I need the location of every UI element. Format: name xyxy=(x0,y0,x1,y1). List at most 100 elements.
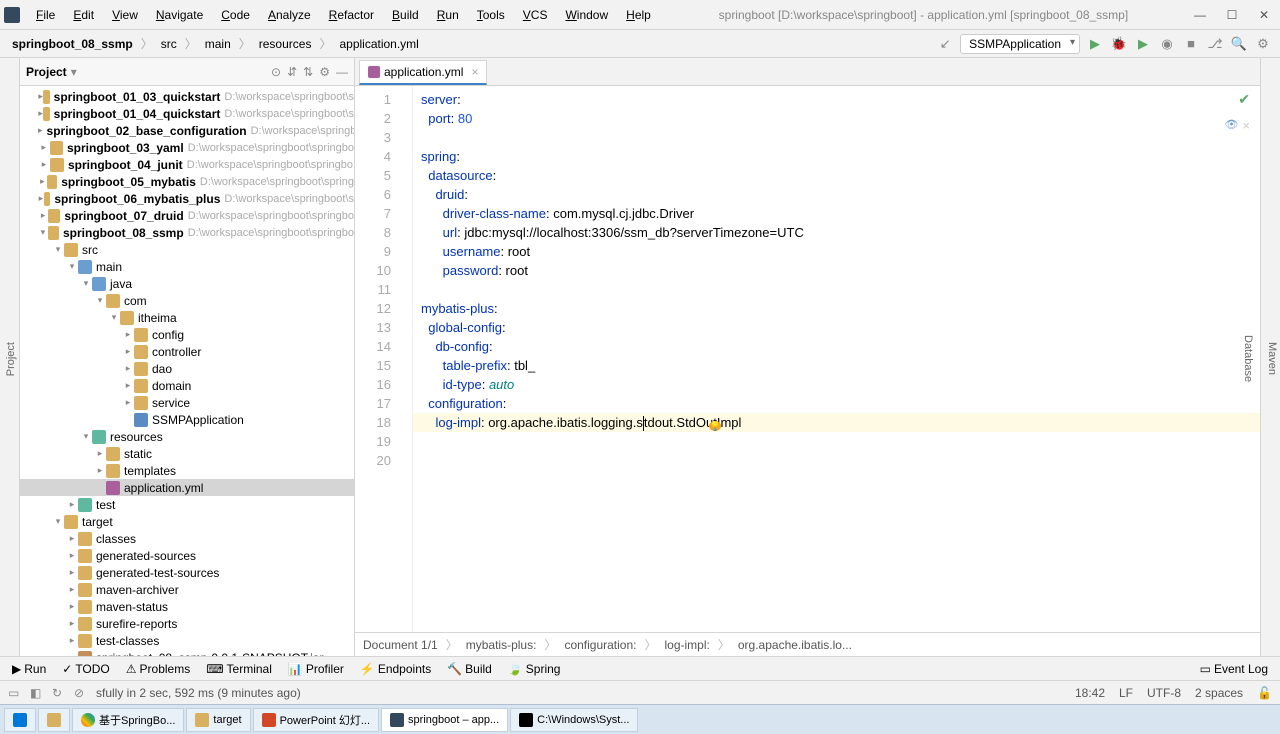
menu-analyze[interactable]: Analyze xyxy=(260,4,319,26)
settings-button[interactable]: ⚙ xyxy=(1254,35,1272,53)
tree-arrow-icon[interactable]: ▸ xyxy=(38,193,44,204)
intention-bulb-icon[interactable]: 💡 xyxy=(709,421,720,431)
tool-endpoints[interactable]: ⚡Endpoints xyxy=(352,660,439,678)
code-line[interactable] xyxy=(421,128,1260,147)
code-line[interactable]: table-prefix: tbl_ xyxy=(421,356,1260,375)
minimize-button[interactable]: — xyxy=(1188,5,1212,25)
code-line[interactable]: password: root xyxy=(421,261,1260,280)
code-content[interactable]: ✔ 👁× server: port: 80spring: datasource:… xyxy=(413,86,1260,632)
code-line[interactable] xyxy=(421,432,1260,451)
back-icon[interactable]: ↙ xyxy=(936,35,954,53)
tree-arrow-icon[interactable]: ▸ xyxy=(66,567,78,578)
editor-breadcrumb-item[interactable]: org.apache.ibatis.lo... xyxy=(738,638,852,652)
breadcrumb-item[interactable]: main xyxy=(201,35,235,53)
tree-node[interactable]: ▾src xyxy=(20,241,354,258)
run-configuration-dropdown[interactable]: SSMPApplication xyxy=(960,34,1080,54)
code-editor[interactable]: 1234567891011121314151617181920 ✔ 👁× ser… xyxy=(355,86,1260,632)
tree-node[interactable]: ▾resources xyxy=(20,428,354,445)
stop-button[interactable]: ■ xyxy=(1182,35,1200,53)
menu-window[interactable]: Window xyxy=(557,4,616,26)
menu-run[interactable]: Run xyxy=(429,4,467,26)
tree-arrow-icon[interactable]: ▸ xyxy=(66,618,78,629)
editor-breadcrumb-item[interactable]: configuration: xyxy=(564,638,636,652)
status-icon[interactable]: ▭ xyxy=(8,686,22,700)
menu-file[interactable]: File xyxy=(28,4,63,26)
status-icon[interactable]: ⊘ xyxy=(74,686,88,700)
editor-breadcrumb-item[interactable]: Document 1/1 xyxy=(363,638,438,652)
code-line[interactable]: server: xyxy=(421,90,1260,109)
code-line[interactable] xyxy=(421,451,1260,470)
tree-arrow-icon[interactable]: ▸ xyxy=(66,550,78,561)
expand-all-icon[interactable]: ⇵ xyxy=(287,65,297,79)
tree-node[interactable]: ▸springboot_07_druidD:\workspace\springb… xyxy=(20,207,354,224)
tree-node[interactable]: ▸domain xyxy=(20,377,354,394)
tree-node[interactable]: ▾itheima xyxy=(20,309,354,326)
git-button[interactable]: ⎇ xyxy=(1206,35,1224,53)
hide-icon[interactable]: — xyxy=(336,65,348,79)
tree-arrow-icon[interactable]: ▸ xyxy=(122,397,134,408)
debug-button[interactable]: 🐞 xyxy=(1110,35,1128,53)
breadcrumb-item[interactable]: resources xyxy=(255,35,316,53)
tree-node[interactable]: ▸springboot_05_mybatisD:\workspace\sprin… xyxy=(20,173,354,190)
tool-problems[interactable]: ⚠Problems xyxy=(118,660,198,678)
tool-todo[interactable]: ✓TODO xyxy=(54,660,118,678)
run-button[interactable]: ▶ xyxy=(1086,35,1104,53)
tree-node[interactable]: ▸classes xyxy=(20,530,354,547)
tool-terminal[interactable]: ⌨Terminal xyxy=(198,660,280,678)
tree-arrow-icon[interactable]: ▾ xyxy=(52,516,64,527)
menu-edit[interactable]: Edit xyxy=(65,4,102,26)
tree-node[interactable]: ▸generated-test-sources xyxy=(20,564,354,581)
code-line[interactable]: driver-class-name: com.mysql.cj.jdbc.Dri… xyxy=(421,204,1260,223)
tree-node[interactable]: ▸springboot_02_base_configurationD:\work… xyxy=(20,122,354,139)
tree-arrow-icon[interactable]: ▸ xyxy=(122,380,134,391)
tree-arrow-icon[interactable]: ▾ xyxy=(94,295,106,306)
dropdown-icon[interactable]: ▾ xyxy=(71,65,77,79)
file-encoding[interactable]: UTF-8 xyxy=(1147,686,1181,700)
indent-info[interactable]: 2 spaces xyxy=(1195,686,1243,700)
tree-node[interactable]: ▸springboot_04_junitD:\workspace\springb… xyxy=(20,156,354,173)
code-line[interactable]: db-config: xyxy=(421,337,1260,356)
tree-node[interactable]: ▸service xyxy=(20,394,354,411)
tree-arrow-icon[interactable]: ▸ xyxy=(66,499,78,510)
code-line[interactable]: global-config: xyxy=(421,318,1260,337)
tree-node[interactable]: ▸maven-status xyxy=(20,598,354,615)
tree-arrow-icon[interactable]: ▾ xyxy=(80,431,92,442)
tree-arrow-icon[interactable]: ▸ xyxy=(38,176,47,187)
tree-node[interactable]: ▾main xyxy=(20,258,354,275)
tree-node[interactable]: ▸springboot_01_04_quickstartD:\workspace… xyxy=(20,105,354,122)
code-line[interactable]: port: 80 xyxy=(421,109,1260,128)
tree-arrow-icon[interactable]: ▸ xyxy=(94,448,106,459)
tree-arrow-icon[interactable]: ▸ xyxy=(122,346,134,357)
line-separator[interactable]: LF xyxy=(1119,686,1133,700)
tree-arrow-icon[interactable]: ▾ xyxy=(52,244,64,255)
tree-arrow-icon[interactable]: ▾ xyxy=(108,312,120,323)
profile-button[interactable]: ◉ xyxy=(1158,35,1176,53)
tree-node[interactable]: ▾java xyxy=(20,275,354,292)
status-icon[interactable]: ◧ xyxy=(30,686,44,700)
menu-code[interactable]: Code xyxy=(213,4,258,26)
tree-node[interactable]: application.yml xyxy=(20,479,354,496)
tree-arrow-icon[interactable]: ▾ xyxy=(80,278,92,289)
tree-arrow-icon[interactable]: ▾ xyxy=(66,261,78,272)
tree-node[interactable]: ▾springboot_08_ssmpD:\workspace\springbo… xyxy=(20,224,354,241)
status-icon[interactable]: ↻ xyxy=(52,686,66,700)
tree-node[interactable]: springboot_08_ssmp-0.0.1-SNAPSHOT.jar xyxy=(20,649,354,656)
tree-node[interactable]: ▸test-classes xyxy=(20,632,354,649)
editor-breadcrumb-item[interactable]: mybatis-plus: xyxy=(466,638,537,652)
tree-arrow-icon[interactable]: ▸ xyxy=(94,465,106,476)
tree-node[interactable]: ▸test xyxy=(20,496,354,513)
caret-position[interactable]: 18:42 xyxy=(1075,686,1105,700)
menu-vcs[interactable]: VCS xyxy=(515,4,556,26)
editor-tab[interactable]: application.yml × xyxy=(359,60,487,85)
maven-tool-button[interactable]: Maven xyxy=(1264,338,1280,379)
tree-arrow-icon[interactable]: ▾ xyxy=(38,227,48,238)
tree-node[interactable]: ▸springboot_03_yamlD:\workspace\springbo… xyxy=(20,139,354,156)
tree-arrow-icon[interactable]: ▸ xyxy=(38,142,50,153)
close-button[interactable]: ✕ xyxy=(1252,5,1276,25)
tree-arrow-icon[interactable]: ▸ xyxy=(66,635,78,646)
tool-run[interactable]: ▶Run xyxy=(4,660,54,678)
menu-help[interactable]: Help xyxy=(618,4,659,26)
collapse-all-icon[interactable]: ⇅ xyxy=(303,65,313,79)
settings-icon[interactable]: ⚙ xyxy=(319,65,330,79)
code-line[interactable]: spring: xyxy=(421,147,1260,166)
